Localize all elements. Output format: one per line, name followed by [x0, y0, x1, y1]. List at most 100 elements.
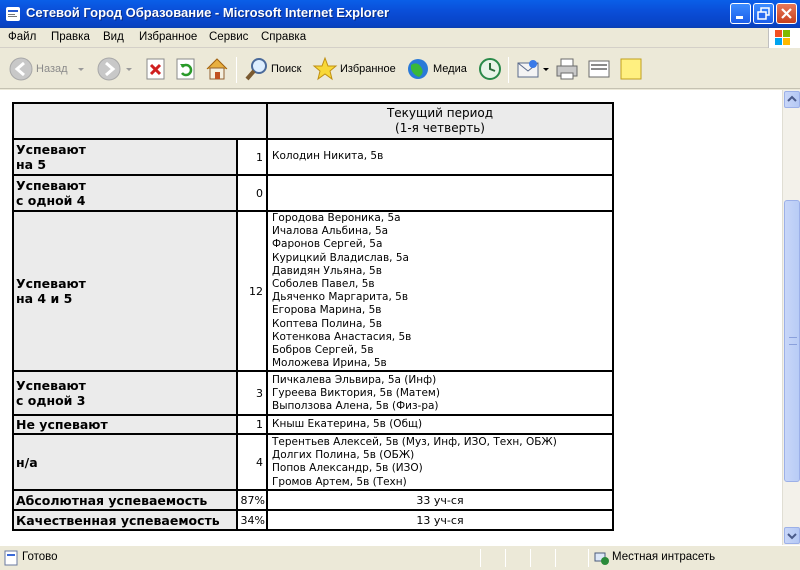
- status-divider: [588, 549, 589, 567]
- row-count: 4: [236, 433, 268, 492]
- row-count: 0: [236, 174, 268, 212]
- table-row: н/а 4 Терентьев Алексей, 5в (Муз, Инф, И…: [12, 433, 614, 492]
- close-button[interactable]: [776, 3, 797, 24]
- forward-dropdown-icon[interactable]: [124, 55, 134, 83]
- media-icon[interactable]: [405, 55, 431, 83]
- student-name: Долгих Полина, 5в (ОБЖ): [272, 449, 415, 462]
- student-name: Егорова Марина, 5в: [272, 304, 382, 317]
- student-name: Моложева Ирина, 5в: [272, 357, 387, 370]
- forward-arrow-icon[interactable]: [96, 55, 122, 83]
- page-done-icon: [4, 550, 18, 566]
- menu-tools[interactable]: Сервис: [209, 31, 248, 43]
- period-header: Текущий период (1-я четверть): [266, 102, 614, 140]
- menu-view[interactable]: Вид: [103, 31, 124, 43]
- menu-file[interactable]: Файл: [8, 31, 36, 43]
- row-count: 3: [236, 370, 268, 417]
- row-label-line1: н/а: [16, 454, 38, 470]
- back-button-label[interactable]: Назад: [36, 63, 68, 75]
- student-name: Кныш Екатерина, 5в (Общ): [272, 418, 423, 431]
- row-count: 1: [236, 414, 268, 436]
- history-icon[interactable]: [477, 55, 503, 83]
- total-percent: 34%: [236, 509, 268, 532]
- totals-row: Абсолютная успеваемость 87% 33 уч-ся: [12, 489, 614, 512]
- total-value: 33 уч-ся: [266, 489, 614, 512]
- restore-button[interactable]: [753, 3, 774, 24]
- student-name: Терентьев Алексей, 5в (Муз, Инф, ИЗО, Те…: [272, 436, 557, 449]
- scroll-up-button[interactable]: [784, 91, 800, 108]
- row-label-line2: на 5: [16, 157, 47, 172]
- search-icon[interactable]: [244, 55, 270, 83]
- row-label-line1: Успевают: [16, 142, 86, 157]
- status-text: Готово: [22, 551, 58, 563]
- close-icon: [781, 8, 792, 19]
- browser-window: Сетевой Город Образование - Microsoft In…: [0, 0, 800, 570]
- status-divider: [480, 549, 481, 567]
- menu-edit[interactable]: Правка: [51, 31, 90, 43]
- total-label: Абсолютная успеваемость: [12, 489, 238, 512]
- title-bar[interactable]: Сетевой Город Образование - Microsoft In…: [0, 0, 800, 28]
- ie-icon: [6, 7, 20, 21]
- scroll-down-button[interactable]: [784, 527, 800, 544]
- table-row: Успевают на 5 1 Колодин Никита, 5в: [12, 138, 614, 176]
- window-title: Сетевой Город Образование - Microsoft In…: [26, 5, 390, 20]
- row-label: Успевают на 4 и 5: [12, 209, 238, 373]
- table-row: Успевают с одной 3 3 Пичкалева Эльвира, …: [12, 370, 614, 417]
- print-icon[interactable]: [554, 55, 580, 83]
- minimize-button[interactable]: [730, 3, 751, 24]
- note-icon[interactable]: [618, 55, 644, 83]
- mail-dropdown-icon[interactable]: [541, 55, 551, 83]
- favorites-star-icon[interactable]: [312, 55, 338, 83]
- total-label: Качественная успеваемость: [12, 509, 238, 532]
- row-count: 12: [236, 209, 268, 373]
- refresh-icon[interactable]: [174, 55, 198, 83]
- student-name: Соболев Павел, 5в: [272, 278, 375, 291]
- row-names: [266, 174, 614, 212]
- vertical-scrollbar[interactable]: [782, 90, 800, 545]
- total-percent: 87%: [236, 489, 268, 512]
- mail-icon[interactable]: [515, 55, 541, 83]
- row-label: н/а: [12, 433, 238, 492]
- minimize-icon: [736, 16, 743, 19]
- scroll-thumb[interactable]: [784, 200, 800, 482]
- status-divider: [530, 549, 531, 567]
- row-count: 1: [236, 138, 268, 176]
- intranet-zone-icon: [594, 552, 609, 565]
- row-label: Успевают на 5: [12, 138, 238, 176]
- menu-bar: Файл Правка Вид Избранное Сервис Справка: [0, 28, 800, 48]
- table-header-row: Текущий период (1-я четверть): [12, 102, 614, 140]
- student-name: Фаронов Сергей, 5а: [272, 238, 383, 251]
- menu-favorites[interactable]: Избранное: [139, 31, 197, 43]
- student-name: Громов Артем, 5в (Техн): [272, 475, 407, 488]
- table-row: Не успевают 1 Кныш Екатерина, 5в (Общ): [12, 414, 614, 436]
- row-names: Колодин Никита, 5в: [266, 138, 614, 176]
- performance-report-table: Текущий период (1-я четверть) Успевают н…: [12, 102, 614, 532]
- table-row: Успевают с одной 4 0: [12, 174, 614, 212]
- media-button-label[interactable]: Медиа: [433, 63, 467, 75]
- student-name: Попов Александр, 5в (ИЗО): [272, 462, 423, 475]
- student-name: Колодин Никита, 5в: [272, 150, 384, 163]
- stop-icon[interactable]: [144, 55, 168, 83]
- row-label-line1: Не успевают: [16, 417, 108, 433]
- toolbar: Назад Поиск Избранное Медиа: [0, 49, 800, 89]
- status-divider: [555, 549, 556, 567]
- student-name: Гуреева Виктория, 5в (Матем): [272, 386, 440, 399]
- edit-icon[interactable]: [586, 55, 612, 83]
- search-button-label[interactable]: Поиск: [271, 63, 301, 75]
- home-icon[interactable]: [204, 55, 230, 83]
- student-name: Городова Вероника, 5а: [272, 212, 401, 224]
- scroll-grip-icon: [789, 337, 797, 345]
- row-label: Не успевают: [12, 414, 238, 436]
- student-name: Пичкалева Эльвира, 5а (Инф): [272, 373, 437, 386]
- menu-help[interactable]: Справка: [261, 31, 306, 43]
- period-header-line1: Текущий период: [386, 106, 494, 120]
- favorites-button-label[interactable]: Избранное: [340, 63, 396, 75]
- student-name: Давидян Ульяна, 5в: [272, 264, 382, 277]
- student-name: Ичалова Альбина, 5а: [272, 225, 389, 238]
- back-arrow-icon[interactable]: [8, 55, 34, 83]
- back-dropdown-icon[interactable]: [76, 55, 86, 83]
- total-value: 13 уч-ся: [266, 509, 614, 532]
- status-divider: [505, 549, 506, 567]
- security-zone-text: Местная интрасеть: [612, 551, 716, 563]
- student-name: Бобров Сергей, 5в: [272, 344, 374, 357]
- row-label-line1: Успевают: [16, 276, 86, 292]
